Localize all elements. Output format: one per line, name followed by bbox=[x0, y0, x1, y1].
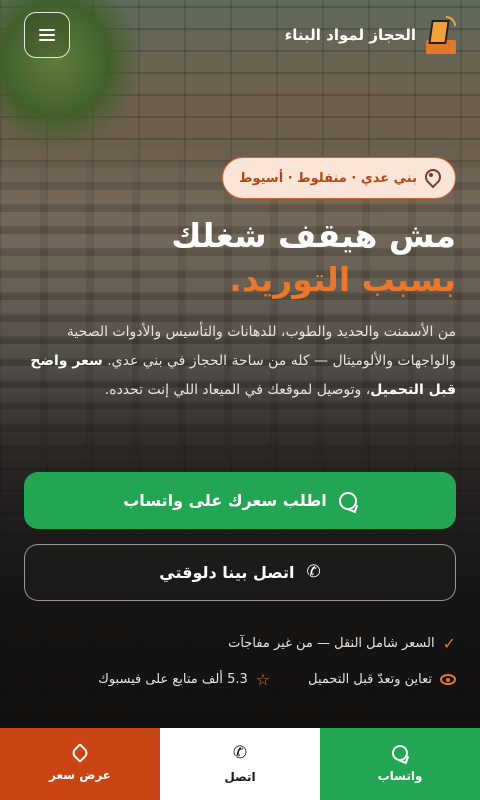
call-button-label: اتصل بينا دلوقتي bbox=[159, 563, 295, 582]
headline-line-2: بسبب التوريد. bbox=[229, 260, 456, 299]
check-icon: ✓ bbox=[442, 633, 456, 653]
brand-logo-icon bbox=[426, 16, 456, 54]
hero-headline: مش هيقف شغلك بسبب التوريد. bbox=[24, 214, 456, 302]
hero-description: من الأسمنت والحديد والطوب، للدهانات والت… bbox=[24, 318, 456, 405]
whatsapp-quote-button[interactable]: اطلب سعرك على واتساب bbox=[24, 472, 456, 529]
eye-icon bbox=[440, 673, 456, 685]
price-tag-icon bbox=[70, 743, 90, 763]
map-pin-icon bbox=[425, 169, 439, 187]
whatsapp-icon bbox=[338, 491, 357, 510]
brand-name: الحجاز لمواد البناء bbox=[284, 26, 416, 44]
phone-icon: ✆ bbox=[232, 742, 248, 763]
price-note: السعر شامل النقل — من غير مفاجآت bbox=[228, 635, 435, 651]
bottom-action-bar: واتساب ✆ اتصل عرض سعر bbox=[0, 728, 480, 800]
inspect-note: تعاين وتعدّ قبل التحميل bbox=[308, 671, 432, 687]
bottom-offer-button[interactable]: عرض سعر bbox=[0, 728, 160, 800]
bottom-offer-label: عرض سعر bbox=[48, 768, 112, 782]
phone-icon: ✆ bbox=[306, 562, 321, 582]
hamburger-menu-icon bbox=[39, 29, 55, 41]
bottom-call-button[interactable]: ✆ اتصل bbox=[160, 728, 320, 800]
whatsapp-icon bbox=[392, 745, 408, 761]
site-header: الحجاز لمواد البناء bbox=[24, 12, 456, 58]
bottom-whatsapp-button[interactable]: واتساب bbox=[320, 728, 480, 800]
bottom-whatsapp-label: واتساب bbox=[377, 769, 423, 783]
brand[interactable]: الحجاز لمواد البناء bbox=[285, 16, 456, 54]
location-text: بني عدي · منفلوط · أسيوط bbox=[238, 170, 417, 186]
whatsapp-button-label: اطلب سعرك على واتساب bbox=[123, 491, 327, 510]
feature-bullets: ✓ السعر شامل النقل — من غير مفاجآت تعاين… bbox=[24, 630, 456, 702]
followers-note: 5.3 ألف متابع على فيسبوك bbox=[98, 671, 248, 687]
bottom-call-label: اتصل bbox=[224, 769, 256, 784]
call-now-button[interactable]: ✆ اتصل بينا دلوقتي bbox=[24, 544, 456, 601]
location-pill: بني عدي · منفلوط · أسيوط bbox=[221, 157, 456, 199]
description-part-2: ، وتوصيل لموقعك في الميعاد اللي إنت تحدد… bbox=[104, 382, 371, 398]
star-icon: ☆ bbox=[255, 669, 271, 689]
headline-line-1: مش هيقف شغلك bbox=[171, 216, 456, 255]
description-part-1: من الأسمنت والحديد والطوب، للدهانات والت… bbox=[66, 324, 456, 369]
menu-button[interactable] bbox=[24, 12, 70, 58]
